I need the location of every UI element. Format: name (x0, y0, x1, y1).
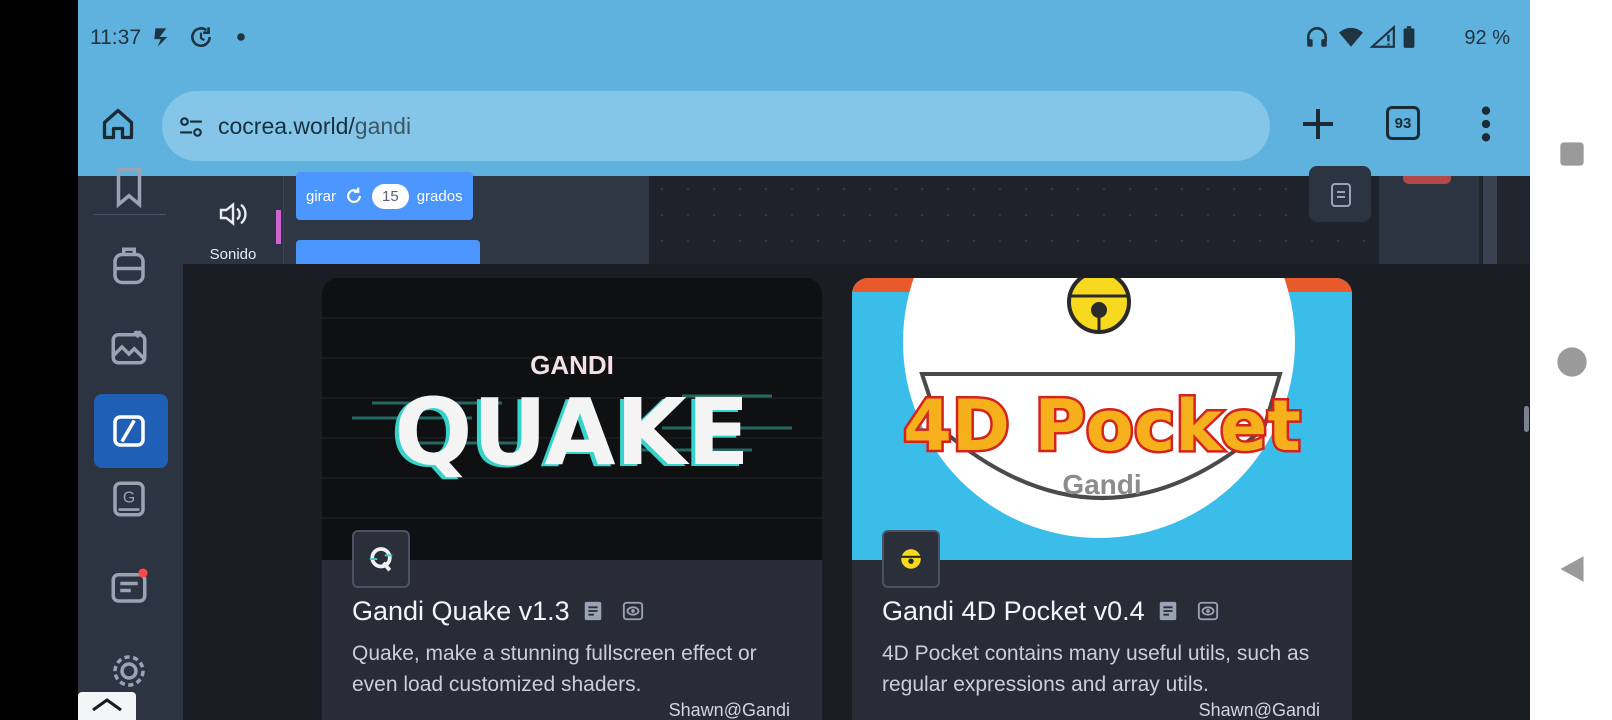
stop-button[interactable] (1403, 176, 1451, 184)
collapse-panel-button[interactable] (78, 692, 136, 720)
speaker-icon (219, 202, 247, 226)
turn-block[interactable]: girar 15 grados (296, 172, 473, 220)
quake-banner: GANDI QUAKE QUAKE (322, 278, 822, 560)
preview-eye-icon[interactable] (1197, 600, 1219, 622)
card-author[interactable]: Shawn@Gandi (669, 700, 790, 720)
card-title-row: Gandi 4D Pocket v0.4 (882, 594, 1219, 628)
more-menu-icon[interactable] (1476, 104, 1496, 144)
wifi-icon (1339, 27, 1363, 47)
block-degree-input[interactable]: 15 (372, 183, 409, 209)
card-title: Gandi 4D Pocket v0.4 (882, 595, 1145, 626)
card-description: 4D Pocket contains many useful utils, su… (882, 642, 1310, 696)
rotate-right-icon (347, 187, 361, 203)
document-icon[interactable] (582, 600, 604, 622)
sync-icon (191, 27, 211, 48)
guide-book-icon[interactable]: G (108, 478, 150, 520)
url-text[interactable]: cocrea.world/gandi (218, 113, 411, 140)
bookmark-icon[interactable] (108, 166, 150, 208)
home-circle-icon[interactable] (1556, 346, 1588, 378)
url-domain: cocrea.world/ (218, 113, 355, 139)
extensions-icon[interactable] (108, 410, 150, 452)
card-title-row: Gandi Quake v1.3 (352, 594, 644, 628)
stage-panel (1379, 176, 1479, 264)
browser-toolbar: cocrea.world/gandi 93 (78, 76, 1530, 176)
status-time: 11:37 (90, 26, 141, 49)
workspace-scrollbar[interactable] (1483, 176, 1497, 264)
block-unit: grados (416, 187, 463, 205)
category-sound[interactable]: Sonido (183, 176, 283, 264)
card-title: Gandi Quake v1.3 (352, 595, 570, 626)
system-navigation-bar (1530, 0, 1612, 720)
block-verb: girar (306, 187, 337, 205)
code-canvas[interactable] (649, 176, 1379, 264)
library-scrollbar-thumb[interactable] (1524, 406, 1529, 432)
banner-small-text: GANDI (530, 350, 614, 380)
sidebar-divider (94, 214, 166, 215)
dot-icon (237, 33, 245, 41)
svg-text:G: G (123, 490, 135, 507)
block-palette: girar 15 grados (276, 172, 650, 270)
tab-count: 93 (1394, 114, 1412, 132)
pocket-banner: 4D Pocket Gandi (852, 278, 1352, 560)
battery-percentage: 92 % (1464, 27, 1510, 49)
library-scrollbar-track[interactable] (1521, 264, 1530, 720)
app-sidebar: G (78, 167, 183, 720)
banner-small-text: Gandi (1062, 469, 1141, 500)
document-icon[interactable] (1157, 600, 1179, 622)
card-author[interactable]: Shawn@Gandi (1199, 700, 1320, 720)
extension-card[interactable]: GANDI QUAKE QUAKE Gandi Quake v1.3 Quake… (322, 278, 822, 720)
banner-big-text: 4D Pocket (903, 385, 1301, 467)
new-tab-icon[interactable] (1298, 104, 1338, 144)
recents-square-icon[interactable] (1558, 140, 1586, 168)
notes-button[interactable] (1309, 166, 1371, 222)
messages-icon[interactable] (108, 566, 150, 608)
category-label: Sonido (209, 246, 257, 263)
address-bar[interactable]: cocrea.world/gandi (162, 91, 1270, 161)
headphones-icon (1307, 27, 1327, 47)
chevron-up-icon (92, 698, 122, 712)
back-triangle-icon[interactable] (1558, 554, 1586, 584)
battery-icon (1403, 26, 1415, 48)
tab-switcher-button[interactable]: 93 (1386, 106, 1420, 140)
url-path: gandi (354, 113, 412, 139)
bell-logo-icon (901, 549, 921, 569)
quake-logo-icon (369, 547, 393, 572)
editor-workspace: Sonido girar 15 grados (183, 166, 1530, 270)
app-notification-icon (154, 28, 168, 47)
site-settings-icon[interactable] (178, 114, 204, 140)
card-description: Quake, make a stunning fullscreen effect… (352, 642, 757, 696)
home-icon[interactable] (100, 106, 136, 142)
status-bar: 11:37 92 % (78, 0, 1530, 76)
preview-eye-icon[interactable] (622, 600, 644, 622)
clipboard-icon (1331, 183, 1351, 207)
extension-card[interactable]: 4D Pocket Gandi Gandi 4D Pocket v0.4 4D … (852, 278, 1352, 720)
gallery-favorite-icon[interactable] (108, 326, 150, 368)
settings-gear-icon[interactable] (108, 650, 150, 692)
backpack-icon[interactable] (108, 244, 150, 286)
banner-big-text: QUAKE (394, 379, 749, 486)
category-marker (276, 210, 281, 244)
signal-icon (1370, 24, 1395, 48)
extension-logo (352, 530, 410, 588)
device-screen: 11:37 92 % cocrea.world/gandi 93 G Sonid… (78, 0, 1530, 720)
extension-logo (882, 530, 940, 588)
